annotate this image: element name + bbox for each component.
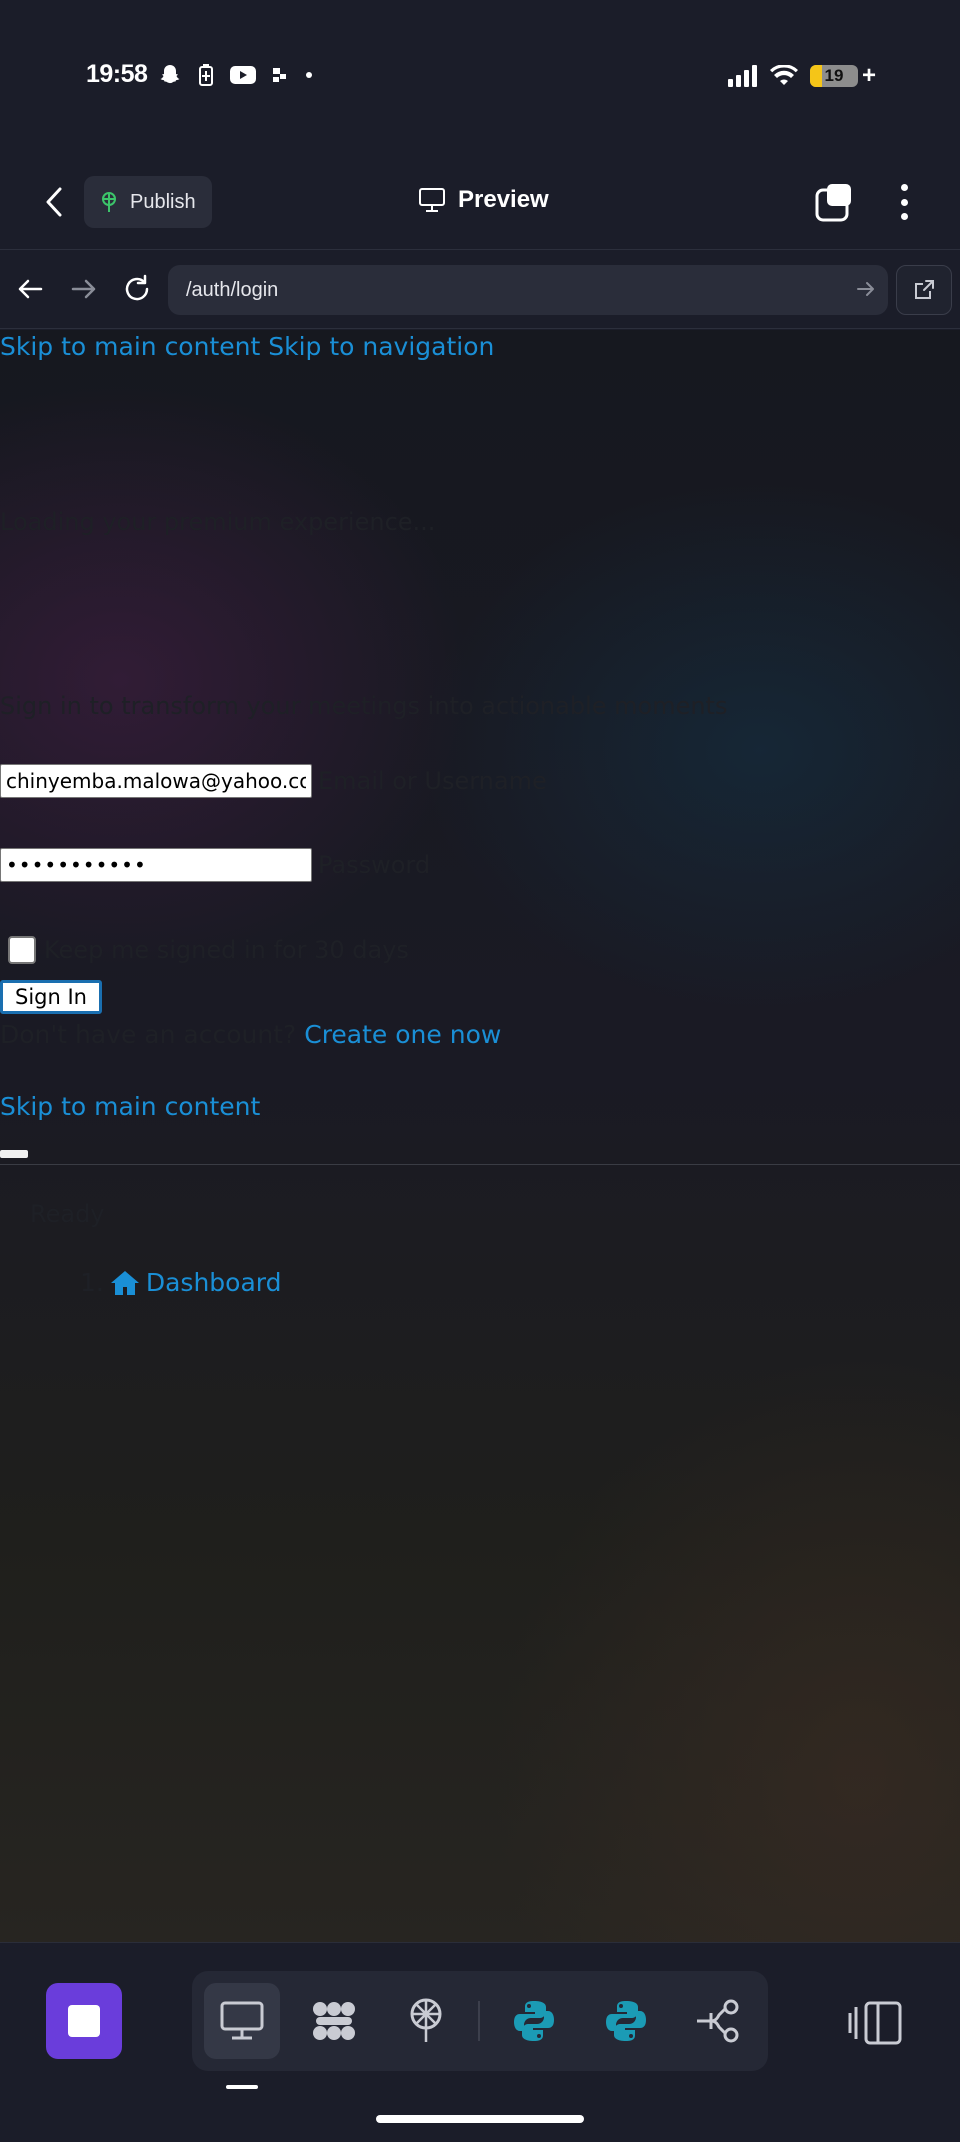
publish-button[interactable]: Publish [84, 176, 212, 228]
preview-label: Preview [458, 186, 549, 213]
stop-button[interactable] [46, 1983, 122, 2059]
loading-tagline: Loading your premium experience... [0, 508, 436, 536]
status-time: 19:58 [86, 60, 148, 88]
status-bar: 19:58 19 + [0, 0, 960, 150]
external-link-icon [915, 280, 934, 299]
tool-git-branch[interactable] [680, 1983, 756, 2059]
home-icon [110, 1270, 139, 1295]
app-notification-icon [273, 68, 286, 82]
skip-to-main-link-2: Skip to main content [0, 1092, 260, 1121]
breadcrumb-number: 1. [80, 1268, 104, 1297]
status-system-icons: 19 + [727, 62, 876, 90]
bottom-toolbar [0, 1942, 960, 2142]
stop-icon [68, 2005, 100, 2037]
skip-to-main-link[interactable]: Skip to main content [0, 332, 260, 361]
remember-me-row: Keep me signed in for 30 days [0, 936, 409, 964]
url-text: /auth/login [186, 278, 279, 301]
more-options-button[interactable] [884, 180, 924, 224]
skip-to-main-link[interactable]: Skip to main content [0, 1092, 260, 1121]
skip-links: Skip to main content Skip to navigation [0, 332, 494, 361]
workflows-icon [313, 2002, 355, 2040]
snapchat-icon [160, 65, 180, 84]
sign-in-button[interactable]: Sign In [0, 980, 102, 1014]
battery-saver-icon [199, 64, 213, 86]
monitor-icon [220, 2001, 264, 2040]
tool-python-1[interactable] [496, 1983, 572, 2059]
email-row: Email or Username [0, 764, 547, 798]
divider [0, 1164, 960, 1165]
home-indicator [376, 2115, 584, 2123]
battery-level: 19 [824, 66, 844, 85]
reload-icon [125, 274, 149, 301]
email-label: Email or Username [318, 767, 547, 795]
arrow-left-icon [18, 279, 43, 299]
panel-toggle-icon[interactable] [848, 1999, 904, 2047]
tool-group [192, 1971, 768, 2071]
preview-title: Preview [418, 186, 549, 214]
python-icon [606, 2001, 646, 2041]
nav-back-button[interactable] [10, 269, 50, 309]
email-field[interactable] [0, 764, 312, 798]
youtube-icon [230, 66, 256, 84]
dot-icon [900, 198, 908, 206]
monitor-icon [419, 188, 445, 212]
charging-plus-icon: + [861, 62, 876, 89]
create-account-link[interactable]: Create one now [304, 1020, 501, 1049]
active-tab-indicator [226, 2085, 258, 2089]
tool-publishing[interactable] [388, 1983, 464, 2059]
back-button[interactable] [36, 184, 72, 220]
wifi-icon [769, 65, 798, 85]
tool-workflows[interactable] [296, 1983, 372, 2059]
skip-to-navigation-link[interactable]: Skip to navigation [268, 332, 494, 361]
breadcrumb: 1. Dashboard [80, 1268, 282, 1297]
tabs-switcher-icon[interactable] [815, 182, 855, 222]
web-preview-content: Skip to main content Skip to navigation … [0, 330, 960, 1942]
url-field[interactable]: /auth/login [168, 265, 888, 315]
password-field[interactable] [0, 848, 312, 882]
reload-button[interactable] [117, 269, 157, 309]
signal-icon [727, 65, 757, 87]
remember-me-checkbox[interactable] [8, 936, 36, 964]
no-account-text: Don't have an account? [0, 1020, 297, 1049]
progress-indicator [0, 1150, 28, 1158]
battery-icon: 19 [809, 65, 858, 87]
publish-antenna-icon [102, 192, 116, 212]
breadcrumb-dashboard-link[interactable]: Dashboard [146, 1268, 282, 1297]
browser-nav-bar: /auth/login [0, 251, 960, 329]
dot-icon [900, 184, 908, 191]
dot-icon [900, 213, 908, 220]
password-label: Password [318, 851, 431, 879]
status-notification-icons [158, 63, 314, 87]
app-top-bar: Publish Preview [0, 150, 960, 250]
signin-subtitle: Sign in to transform your meetings into … [0, 692, 728, 720]
tool-preview[interactable] [204, 1983, 280, 2059]
nav-forward-button[interactable] [64, 269, 104, 309]
publish-antenna-icon [410, 1998, 442, 2042]
toolbar-separator [478, 2001, 480, 2041]
branch-icon [697, 1999, 739, 2043]
chevron-left-icon [46, 187, 62, 217]
remember-me-label: Keep me signed in for 30 days [44, 936, 409, 964]
tool-python-2[interactable] [588, 1983, 664, 2059]
open-external-button[interactable] [896, 265, 952, 315]
password-row: Password [0, 848, 430, 882]
ready-status: Ready [30, 1200, 105, 1228]
create-account-row: Don't have an account? Create one now [0, 1020, 501, 1049]
more-notifications-dot-icon [306, 72, 312, 78]
publish-label: Publish [130, 190, 196, 213]
arrow-right-icon [71, 279, 96, 299]
python-icon [514, 2001, 554, 2041]
go-arrow-icon[interactable] [856, 279, 876, 299]
